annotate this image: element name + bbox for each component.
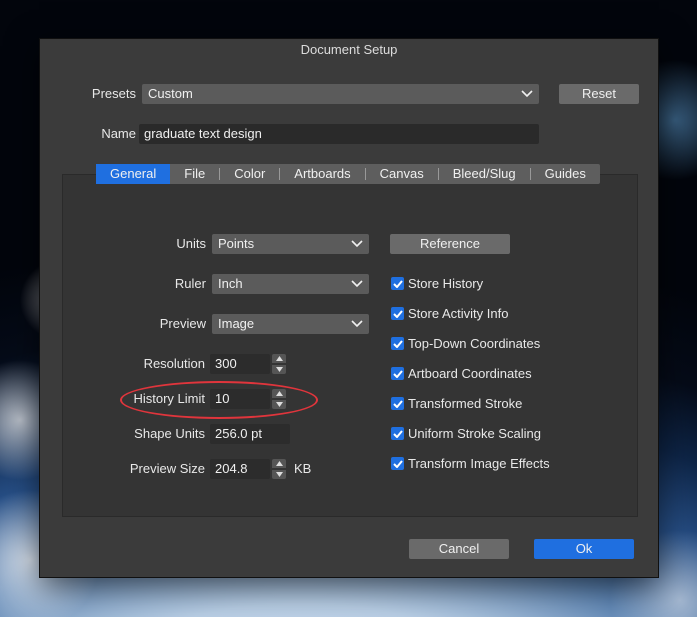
checkbox-checked-icon[interactable]	[391, 427, 404, 440]
presets-label: Presets	[91, 86, 136, 101]
preview-label: Preview	[159, 316, 206, 331]
document-setup-dialog: Document Setup Presets Custom Reset Name…	[39, 38, 659, 578]
chevron-down-icon	[350, 274, 364, 294]
highlight-annotation-ellipse	[120, 381, 318, 419]
checkbox-label: Store History	[408, 276, 484, 291]
tab-bleed-slug[interactable]: Bleed/Slug	[439, 164, 530, 184]
ruler-value: Inch	[218, 276, 243, 291]
ok-button[interactable]: Ok	[534, 539, 634, 559]
stepper-up-icon[interactable]	[272, 354, 286, 363]
checkbox-label: Uniform Stroke Scaling	[408, 426, 541, 441]
checkbox-label: Store Activity Info	[408, 306, 509, 321]
name-label: Name	[101, 126, 136, 141]
checkbox-checked-icon[interactable]	[391, 457, 404, 470]
chevron-down-icon	[520, 84, 534, 104]
tab-bar: General File Color Artboards Canvas Blee…	[96, 164, 600, 184]
checkbox-label: Transform Image Effects	[408, 456, 550, 471]
preview-value: Image	[218, 316, 255, 331]
preview-size-stepper[interactable]	[272, 459, 286, 479]
shape-units-label: Shape Units	[134, 426, 205, 441]
checkbox-checked-icon[interactable]	[391, 367, 404, 380]
checkbox-label: Artboard Coordinates	[408, 366, 532, 381]
name-input[interactable]: graduate text design	[139, 124, 539, 144]
checkbox-checked-icon[interactable]	[391, 307, 404, 320]
checkbox-checked-icon[interactable]	[391, 397, 404, 410]
units-dropdown[interactable]: Points	[212, 234, 369, 254]
tab-general[interactable]: General	[96, 164, 171, 184]
checkbox-checked-icon[interactable]	[391, 277, 404, 290]
preview-size-label: Preview Size	[129, 461, 205, 476]
resolution-stepper[interactable]	[272, 354, 286, 374]
checkbox-label: Top-Down Coordinates	[408, 336, 541, 351]
units-value: Points	[218, 236, 255, 251]
preview-size-unit: KB	[294, 461, 312, 476]
chevron-down-icon	[350, 314, 364, 334]
resolution-label: Resolution	[143, 356, 205, 371]
tab-color[interactable]: Color	[220, 164, 279, 184]
shape-units-field[interactable]: 256.0 pt	[210, 424, 290, 444]
stepper-down-icon[interactable]	[272, 365, 286, 374]
checkbox-checked-icon[interactable]	[391, 337, 404, 350]
preview-dropdown[interactable]: Image	[212, 314, 369, 334]
resolution-input[interactable]: 300	[210, 354, 270, 374]
reference-button[interactable]: Reference	[390, 234, 510, 254]
presets-dropdown[interactable]: Custom	[142, 84, 539, 104]
preview-size-input[interactable]: 204.8	[210, 459, 270, 479]
stepper-up-icon[interactable]	[272, 459, 286, 468]
tab-file[interactable]: File	[170, 164, 219, 184]
units-label: Units	[176, 236, 206, 251]
ruler-dropdown[interactable]: Inch	[212, 274, 369, 294]
reset-button[interactable]: Reset	[559, 84, 639, 104]
tab-canvas[interactable]: Canvas	[366, 164, 438, 184]
checkbox-label: Transformed Stroke	[408, 396, 523, 411]
presets-value: Custom	[148, 86, 193, 101]
cancel-button[interactable]: Cancel	[409, 539, 509, 559]
tab-guides[interactable]: Guides	[531, 164, 600, 184]
tab-artboards[interactable]: Artboards	[280, 164, 364, 184]
chevron-down-icon	[350, 234, 364, 254]
ruler-label: Ruler	[174, 276, 206, 291]
stepper-down-icon[interactable]	[272, 470, 286, 479]
window-title: Document Setup	[300, 42, 398, 57]
